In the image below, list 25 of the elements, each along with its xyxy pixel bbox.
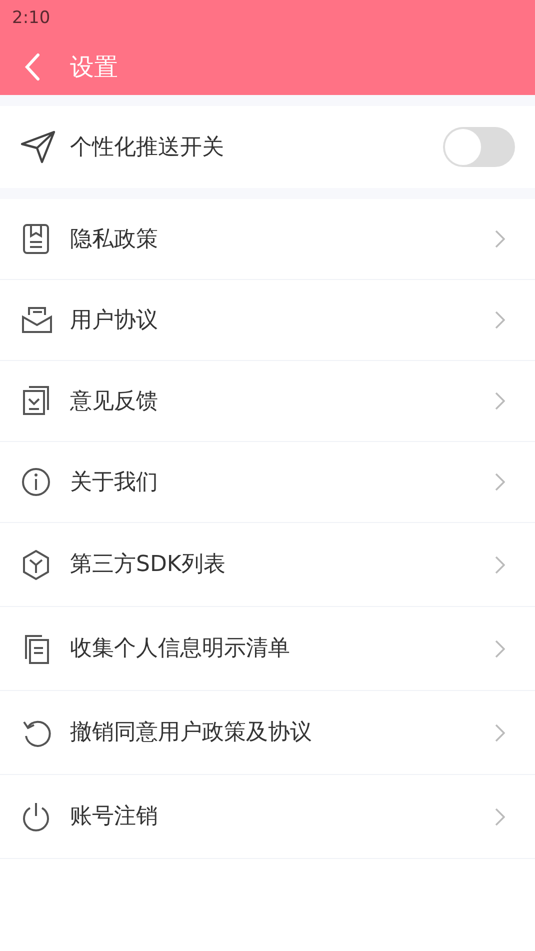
menu-item[interactable]: 用户协议 (0, 280, 535, 361)
status-time: 2:10 (12, 7, 50, 30)
hexagon-icon (20, 548, 52, 582)
page-title: 设置 (70, 52, 118, 82)
info-icon (20, 465, 52, 499)
chevron-right-icon (495, 724, 505, 742)
menu-item[interactable]: 撤销同意用户政策及协议 (0, 691, 535, 775)
push-toggle[interactable] (443, 127, 515, 167)
chevron-right-icon (495, 311, 505, 329)
menu-item[interactable]: 隐私政策 (0, 199, 535, 280)
menu-item[interactable]: 账号注销 (0, 775, 535, 859)
menu-item[interactable]: 收集个人信息明示清单 (0, 607, 535, 691)
document-check-icon (20, 384, 52, 418)
chevron-right-icon (495, 230, 505, 248)
chevron-right-icon (495, 556, 505, 574)
document-icon (20, 222, 52, 256)
menu-item[interactable]: 关于我们 (0, 442, 535, 523)
menu-item[interactable]: 第三方SDK列表 (0, 523, 535, 607)
chevron-right-icon (495, 473, 505, 491)
paper-plane-icon (20, 130, 56, 164)
chevron-right-icon (495, 808, 505, 826)
chevron-right-icon (495, 640, 505, 658)
menu-item[interactable]: 意见反馈 (0, 361, 535, 442)
push-toggle-label: 个性化推送开关 (70, 134, 224, 162)
chevron-right-icon (495, 392, 505, 410)
